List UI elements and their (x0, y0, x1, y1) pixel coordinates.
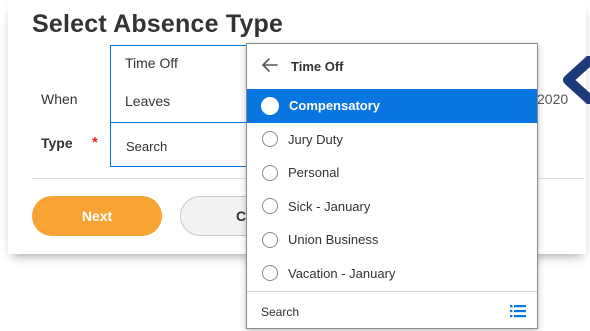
option-personal[interactable]: Personal (247, 156, 537, 190)
required-indicator: * (92, 134, 98, 151)
when-label: When (41, 91, 78, 107)
options-list: Compensatory Jury Duty Personal Sick - J… (247, 89, 537, 290)
radio-icon (262, 164, 278, 181)
radio-icon (262, 231, 278, 248)
back-arrow-icon (262, 58, 278, 72)
radio-icon (262, 265, 278, 282)
option-jury-duty[interactable]: Jury Duty (247, 123, 537, 157)
type-search-input[interactable]: Search (111, 122, 250, 167)
radio-icon (262, 131, 278, 148)
type-search-placeholder: Search (126, 139, 168, 154)
type-label: Type (41, 135, 73, 151)
radio-selected-icon (261, 96, 279, 115)
category-item-leaves[interactable]: Leaves (125, 93, 170, 109)
time-off-options-menu: Time Off Compensatory Jury Duty Personal… (246, 43, 538, 329)
option-label: Personal (288, 165, 340, 181)
menu-header-title: Time Off (291, 59, 344, 74)
callout-arrow-icon (563, 56, 590, 104)
option-label: Sick - January (288, 198, 371, 214)
next-button[interactable]: Next (32, 196, 162, 236)
back-to-categories[interactable]: Time Off (247, 44, 537, 88)
category-menu: Time Off Leaves Search (110, 45, 250, 167)
option-label: Jury Duty (288, 131, 343, 147)
option-union-business[interactable]: Union Business (247, 223, 537, 257)
list-icon[interactable] (510, 304, 526, 318)
page-title: Select Absence Type (32, 10, 284, 38)
options-search-placeholder: Search (261, 305, 300, 319)
option-label: Vacation - January (288, 265, 396, 281)
option-label: Compensatory (289, 98, 381, 114)
option-label: Union Business (288, 232, 379, 248)
category-item-time-off[interactable]: Time Off (125, 55, 178, 71)
option-compensatory[interactable]: Compensatory (247, 89, 537, 123)
option-vacation-january[interactable]: Vacation - January (247, 257, 537, 291)
options-search-input[interactable]: Search (247, 291, 537, 329)
option-sick-january[interactable]: Sick - January (247, 190, 537, 224)
radio-icon (262, 198, 278, 215)
